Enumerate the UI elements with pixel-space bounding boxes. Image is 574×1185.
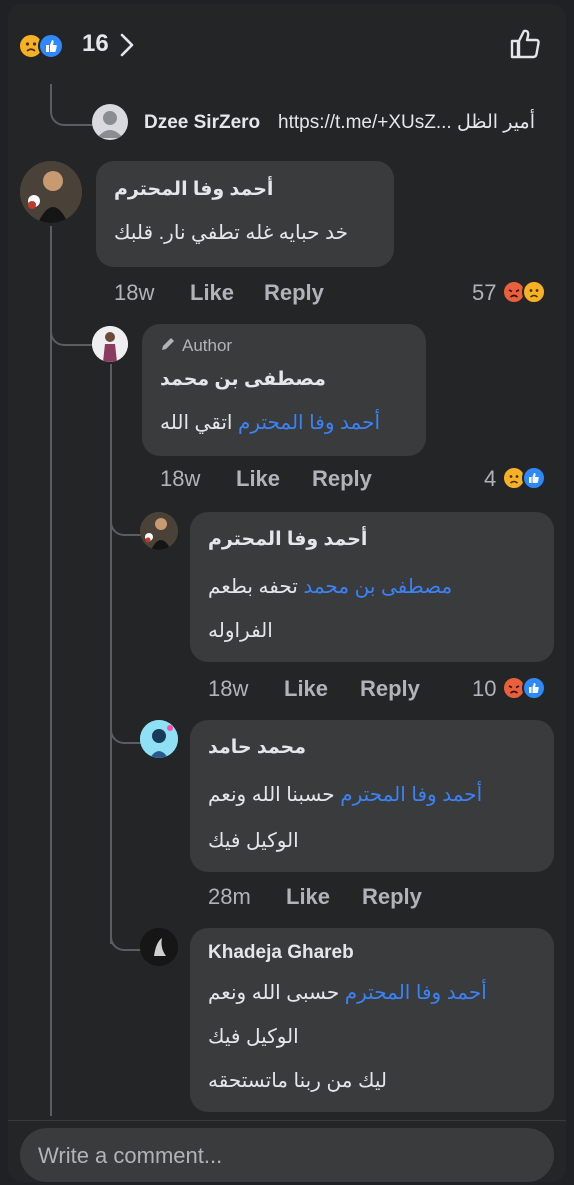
mention-link[interactable]: مصطفى بن محمد <box>303 576 452 598</box>
author-badge: Author <box>182 336 233 355</box>
comment-input-placeholder: Write a comment... <box>38 1143 223 1168</box>
mention-link[interactable]: أحمد وفا المحترم <box>238 412 380 434</box>
reply-button[interactable]: Reply <box>360 676 420 702</box>
mention-link[interactable]: أحمد وفا المحترم <box>345 982 487 1004</box>
reaction-count: 57 <box>472 280 497 305</box>
comment-timestamp: 18w <box>114 280 155 305</box>
thread-line <box>50 226 52 1116</box>
reaction-count: 4 <box>484 466 497 491</box>
comment-timestamp: 28m <box>208 884 251 909</box>
comment-text-line: ليك من ربنا ماتستحقه <box>208 1070 387 1092</box>
comment-text-line: الوكيل فيك <box>208 830 299 852</box>
comment-text: أحمد وفا المحترم حسبى الله ونعم <box>208 982 487 1004</box>
avatar[interactable] <box>20 161 82 223</box>
avatar[interactable] <box>140 512 178 550</box>
thread-connector <box>110 496 142 536</box>
commenter-name[interactable]: أحمد وفا المحترم <box>114 178 273 201</box>
avatar[interactable] <box>92 326 128 362</box>
thread-line <box>110 364 112 944</box>
comment-text-line: الفراوله <box>208 620 273 642</box>
like-button[interactable]: Like <box>236 466 280 492</box>
commenter-name[interactable]: مصطفى بن محمد <box>160 368 326 391</box>
pencil-icon <box>160 336 176 357</box>
comment-text-line: الوكيل فيك <box>208 1026 299 1048</box>
comment-input[interactable]: Write a comment... <box>20 1128 554 1182</box>
comment-text: خد حبايه غله تطفي نار. قلبك <box>114 222 348 244</box>
chevron-right-icon[interactable] <box>118 32 136 63</box>
reaction-count: 10 <box>472 676 497 701</box>
comment-timestamp: 18w <box>208 676 249 701</box>
commenter-name[interactable]: Khadeja Ghareb <box>208 942 354 964</box>
reply-button[interactable]: Reply <box>312 466 372 492</box>
comment-text: مصطفى بن محمد تحفه بطعم <box>208 576 453 598</box>
reply-button[interactable]: Reply <box>362 884 422 910</box>
avatar[interactable] <box>140 928 178 966</box>
thread-connector <box>50 84 94 126</box>
like-button[interactable]: Like <box>190 280 234 306</box>
like-button[interactable]: Like <box>284 676 328 702</box>
comments-panel: 16 Dzee SirZero https://t.me/+XUsZ... أم… <box>8 4 566 1182</box>
comment-text: أحمد وفا المحترم اتقي الله <box>160 412 381 434</box>
thumbs-up-icon[interactable] <box>508 26 544 67</box>
thread-connector <box>110 704 142 744</box>
thread-connector <box>50 304 94 346</box>
commenter-name[interactable]: أحمد وفا المحترم <box>208 528 367 551</box>
composer-divider <box>8 1120 566 1121</box>
sad-reaction-icon <box>522 280 546 304</box>
thread-connector <box>110 909 142 951</box>
reply-button[interactable]: Reply <box>264 280 324 306</box>
like-reaction-icon <box>522 676 546 700</box>
commenter-name[interactable]: محمد حامد <box>208 736 306 759</box>
comment-text: أحمد وفا المحترم حسبنا الله ونعم <box>208 784 483 806</box>
like-button[interactable]: Like <box>286 884 330 910</box>
commenter-name[interactable]: Dzee SirZero <box>144 112 260 134</box>
like-reaction-icon <box>38 33 64 59</box>
header-reactions[interactable]: 16 <box>18 30 138 60</box>
comment-text: https://t.me/+XUsZ... أمير الظل <box>278 112 535 133</box>
reaction-count: 16 <box>82 30 109 57</box>
mention-link[interactable]: أحمد وفا المحترم <box>340 784 482 806</box>
comment-timestamp: 18w <box>160 466 201 491</box>
avatar[interactable] <box>92 104 128 140</box>
like-reaction-icon <box>522 466 546 490</box>
avatar[interactable] <box>140 720 178 758</box>
comment-bubble <box>96 161 394 267</box>
